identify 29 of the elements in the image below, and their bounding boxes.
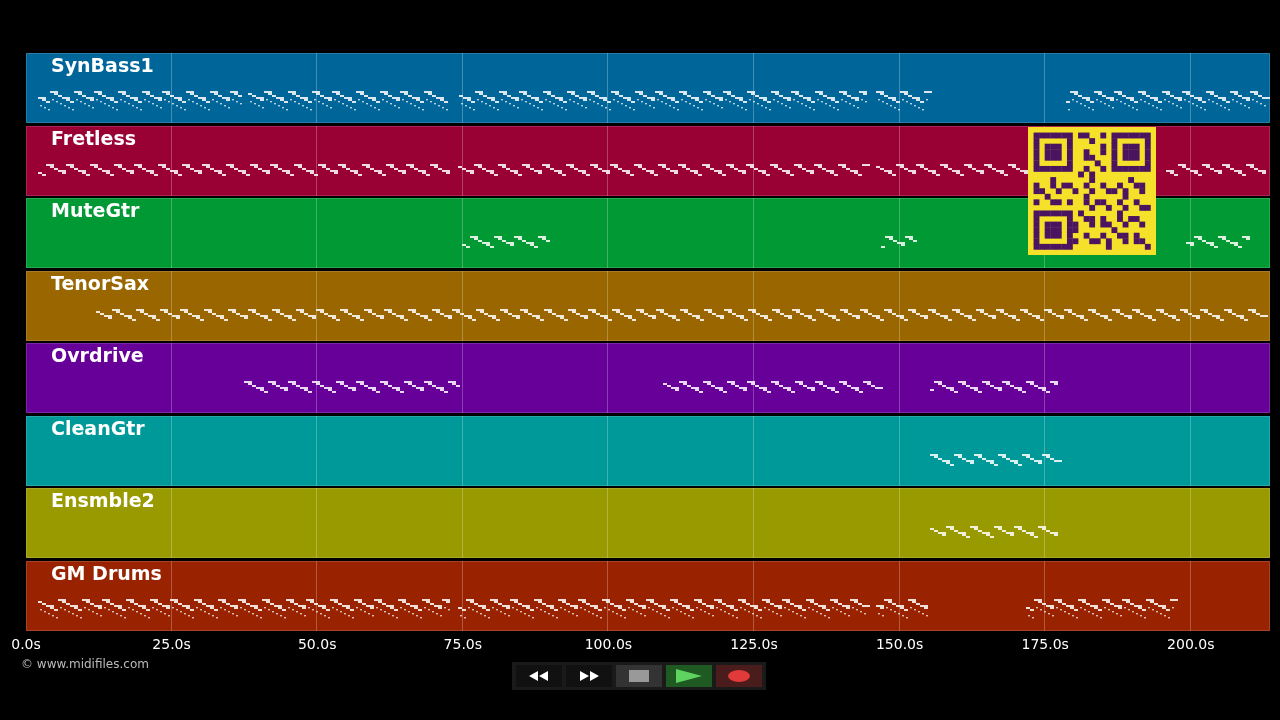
track-name: GM Drums xyxy=(51,561,162,584)
time-tick-label: 200.0s xyxy=(1167,635,1215,652)
track-name: TenorSax xyxy=(51,271,150,294)
track-name: Fretless xyxy=(51,126,137,149)
track-name: Ovrdrive xyxy=(51,344,144,366)
time-tick-label: 50.0s xyxy=(297,635,337,652)
rewind-button[interactable] xyxy=(516,665,562,687)
time-tick-label: 0.0s xyxy=(11,635,41,652)
fast-forward-icon xyxy=(577,670,601,682)
record-button[interactable] xyxy=(716,665,762,687)
play-button[interactable] xyxy=(666,665,712,687)
track-name: SynBass1 xyxy=(51,54,154,76)
rewind-icon xyxy=(527,670,551,682)
stop-icon xyxy=(629,670,649,682)
time-tick-label: 125.0s xyxy=(730,635,778,652)
fast-forward-button[interactable] xyxy=(566,665,612,687)
time-tick-label: 175.0s xyxy=(1021,635,1069,652)
track-name: CleanGtr xyxy=(51,416,145,439)
copyright-text: © www.midifiles.com xyxy=(21,657,149,671)
notes-drawing xyxy=(876,91,932,112)
time-tick-label: 75.0s xyxy=(443,635,483,652)
time-tick-label: 150.0s xyxy=(875,635,924,652)
track-name: Ensmble2 xyxy=(51,489,155,511)
track-name: MuteGtr xyxy=(51,199,140,221)
play-icon xyxy=(676,669,702,683)
stop-button[interactable] xyxy=(616,665,662,687)
record-icon xyxy=(728,670,750,682)
time-tick-label: 25.0s xyxy=(152,635,191,652)
time-tick-label: 100.0s xyxy=(584,635,633,652)
